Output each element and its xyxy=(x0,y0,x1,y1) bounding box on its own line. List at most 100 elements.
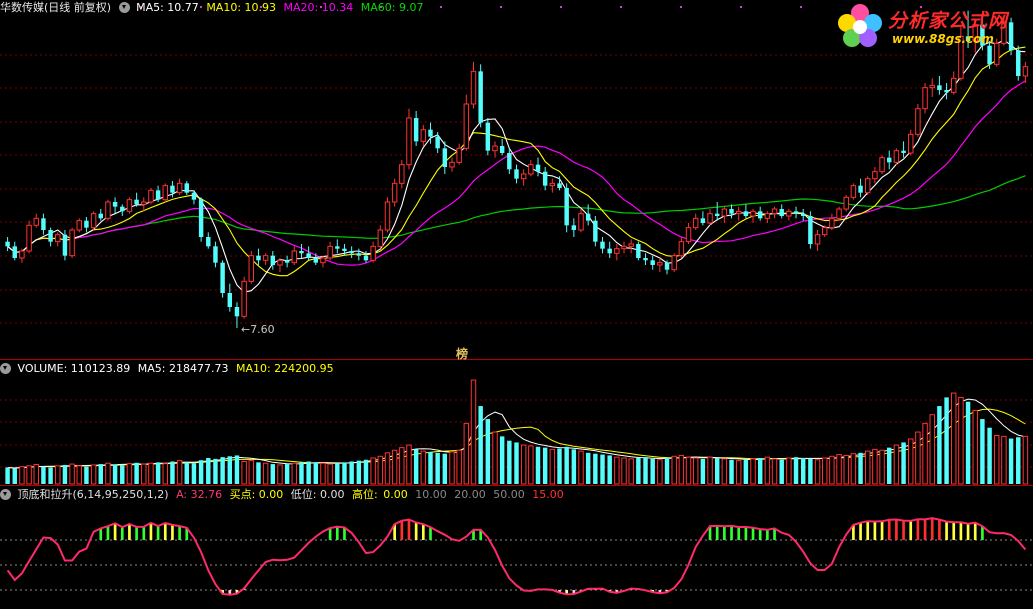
volume-bar-19 xyxy=(141,463,147,485)
candle-84 xyxy=(607,248,612,254)
volume-bar-36 xyxy=(262,462,269,485)
volume-bar-94 xyxy=(678,454,685,485)
volume-bar-132 xyxy=(951,392,957,485)
candle-141 xyxy=(1016,50,1021,76)
indicator-level-3: 50.00 xyxy=(493,488,525,501)
volume-bar-8 xyxy=(62,464,68,484)
volume-bar-54 xyxy=(391,449,398,485)
candle-7 xyxy=(55,234,61,243)
candle-72 xyxy=(520,173,527,180)
candle-63 xyxy=(456,147,462,163)
candle-102 xyxy=(735,210,742,215)
volume-bar-4 xyxy=(33,464,39,485)
candle-13 xyxy=(98,213,103,219)
volume-bar-107 xyxy=(771,458,778,485)
candle-16 xyxy=(120,206,125,212)
volume-bar-21 xyxy=(155,462,161,484)
top-dot-10 xyxy=(740,6,742,8)
volume-bar-115 xyxy=(829,455,835,485)
indicator-series xyxy=(6,517,1027,596)
candle-32 xyxy=(234,307,240,317)
candle-106 xyxy=(764,213,771,219)
volume-bar-74 xyxy=(535,446,541,484)
candle-124 xyxy=(893,150,900,163)
candle-28 xyxy=(206,237,211,247)
volume-bar-49 xyxy=(356,460,362,484)
top-dot-9 xyxy=(680,6,682,8)
candle-81 xyxy=(585,213,591,221)
candle-14 xyxy=(105,201,111,219)
volume-bar-37 xyxy=(270,464,276,484)
candle-74 xyxy=(535,164,541,172)
volume-bar-135 xyxy=(972,409,978,485)
candle-77 xyxy=(557,183,562,188)
candle-103 xyxy=(743,211,749,216)
volume-bar-51 xyxy=(370,457,376,485)
volume-ma5-readout: MA5: 218477.73 xyxy=(137,362,229,375)
candle-12 xyxy=(90,213,97,229)
volume-bar-35 xyxy=(256,462,261,484)
volume-bar-6 xyxy=(48,467,53,484)
indicator-buy: 买点: 0.00 xyxy=(229,488,284,501)
dropdown-icon[interactable] xyxy=(0,363,11,374)
volume-bar-12 xyxy=(90,464,97,485)
volume-bar-65 xyxy=(470,379,477,485)
dropdown-icon[interactable] xyxy=(118,2,130,13)
candle-95 xyxy=(685,227,692,243)
volume-bar-32 xyxy=(234,455,240,484)
candle-119 xyxy=(858,185,863,193)
candle-0 xyxy=(5,241,10,247)
volume-bar-17 xyxy=(126,463,133,485)
volume-bar-25 xyxy=(184,462,190,484)
volume-bar-80 xyxy=(578,450,584,485)
candle-111 xyxy=(800,213,806,216)
candle-69 xyxy=(499,146,505,153)
candle-54 xyxy=(391,182,398,203)
volume-bar-123 xyxy=(887,447,892,484)
volume-panel-header: VOLUME: 110123.89 MA5: 218477.73 MA10: 2… xyxy=(0,361,338,377)
volume-bar-128 xyxy=(922,422,928,485)
candle-100 xyxy=(721,208,728,217)
candle-34 xyxy=(248,255,255,282)
volume-bar-77 xyxy=(557,448,562,484)
volume-bar-22 xyxy=(162,463,168,485)
volume-bar-38 xyxy=(277,464,283,485)
candle-114 xyxy=(821,227,828,236)
volume-bar-82 xyxy=(593,453,598,484)
volume-bar-72 xyxy=(520,444,527,485)
candle-92 xyxy=(664,262,670,270)
candle-30 xyxy=(220,262,225,293)
candle-75 xyxy=(542,171,548,186)
volume-bar-10 xyxy=(76,465,82,485)
dropdown-icon[interactable] xyxy=(0,489,11,500)
indicator-a: A: 32.76 xyxy=(176,488,223,501)
volume-bar-134 xyxy=(965,401,971,484)
volume-bar-79 xyxy=(571,449,577,484)
candle-52 xyxy=(377,229,384,247)
volume-bar-14 xyxy=(105,462,111,485)
candle-43 xyxy=(313,258,319,263)
volume-bar-52 xyxy=(377,455,384,485)
candle-116 xyxy=(836,208,842,219)
candle-93 xyxy=(671,255,677,271)
candle-6 xyxy=(48,230,53,242)
volume-bar-27 xyxy=(198,460,204,484)
candle-120 xyxy=(865,178,871,194)
candle-88 xyxy=(636,244,641,258)
volume-bar-64 xyxy=(463,422,470,485)
candle-117 xyxy=(843,196,849,210)
volume-bar-18 xyxy=(134,462,139,484)
volume-bar-45 xyxy=(327,463,333,485)
candle-36 xyxy=(262,255,269,261)
candle-65 xyxy=(470,70,477,105)
volume-bar-130 xyxy=(937,406,942,484)
candle-123 xyxy=(887,157,892,163)
candle-71 xyxy=(514,169,519,179)
candle-40 xyxy=(291,250,298,264)
indicator-high-label: 高位: xyxy=(352,488,378,501)
volume-bar-43 xyxy=(313,462,319,484)
low-price-annotation: ←7.60 xyxy=(241,323,275,336)
candle-15 xyxy=(112,202,118,207)
candle-51 xyxy=(370,245,376,261)
candle-97 xyxy=(700,218,706,223)
